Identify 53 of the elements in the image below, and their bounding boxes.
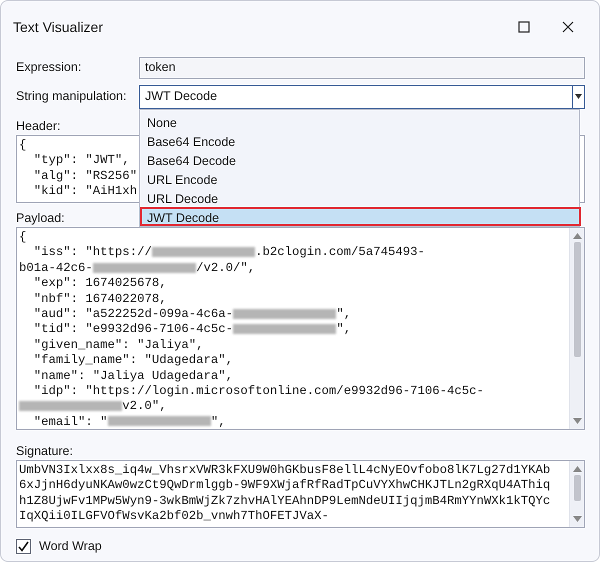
code-text: {: [19, 138, 26, 152]
code-text: "tid": "e9932d96-7106-4c5c-: [32, 322, 234, 336]
dropdown-option[interactable]: URL Encode: [140, 168, 579, 188]
scrollbar[interactable]: [569, 461, 584, 527]
code-text: IqXQii0ILGFVOfWsvKa2bf02b_vnwh7ThOFETJVaX-: [19, 509, 329, 524]
window-title: Text Visualizer: [13, 18, 104, 36]
word-wrap-checkbox[interactable]: [16, 538, 31, 554]
code-text: "email": ": [32, 414, 108, 429]
section-label: Signature:: [16, 443, 73, 460]
scroll-up-icon[interactable]: [572, 233, 582, 239]
field-label: Expression:: [16, 59, 82, 76]
code-text: ",: [210, 414, 226, 429]
scroll-down-icon[interactable]: [572, 418, 582, 424]
dropdown-option[interactable]: Base64 Encode: [140, 130, 579, 150]
code-text: "name": "Jaliya Udagedara",: [32, 368, 234, 383]
section-label: Header:: [16, 118, 60, 135]
code-text: /v2.0/",: [196, 260, 256, 275]
code-text: "given_name": "Jaliya",: [32, 338, 204, 352]
code-text: "nbf": 1674022078,: [32, 292, 167, 306]
section-label: Payload:: [16, 210, 65, 227]
field-label: String manipulation:: [16, 88, 128, 106]
scrollbar[interactable]: [569, 228, 584, 429]
dropdown-option[interactable]: Base64 Decode: [140, 150, 579, 168]
code-text: h1Z8UjwFv1MPw5Wyn9-3wkBmWjZk7zhvHAlYEAhnDP9LemNdeUIIjqjmB4RmYYnWXk1kTQYc: [19, 494, 550, 508]
code-text: "kid": "AiH1xh: [32, 184, 138, 198]
manipulation-dropdown[interactable]: JWT Decode: [139, 84, 585, 108]
scroll-down-icon[interactable]: [572, 516, 582, 522]
code-text: .b2clogin.com/5a745493-: [255, 245, 425, 260]
signature-text-area[interactable]: [16, 460, 585, 528]
code-text: b01a-42c6-: [19, 260, 93, 275]
payload-text-area[interactable]: [16, 227, 585, 430]
maximize-icon: [518, 21, 530, 33]
dropdown-option[interactable]: URL Decode: [140, 188, 579, 206]
dropdown-option[interactable]: None: [140, 112, 579, 130]
code-text: "family_name": "Udagedara",: [32, 353, 234, 368]
code-text: UmbVN3Ixlxx8s_iq4w_VhsrxVWR3kFXU9W0hGKbusF8ellL4cNyEOvfobo8lK7Lg27d1YKAb: [19, 463, 550, 477]
code-text: 6xJjnH6dyuNKAw0wzCt9QwDrmlggb-9WF9XWjafRfRadTpCuVYXhwCHKJTLn2gRXqU4AThiq: [19, 478, 550, 492]
code-text: "aud": "a522252d-099a-4c6a-: [32, 306, 234, 321]
code-text: "iss": "https://: [32, 245, 152, 260]
caret-icon: [575, 94, 582, 99]
code-text: v2.0",: [122, 399, 167, 414]
scroll-up-icon[interactable]: [572, 466, 582, 472]
code-text: "idp": "https://login.microsoftonline.com/e9932d96-7106-4c5c-: [32, 384, 484, 398]
code-text: {: [19, 230, 26, 244]
expression-field[interactable]: token: [139, 56, 585, 78]
close-icon: [562, 21, 574, 33]
code-text: "alg": "RS256": [32, 168, 138, 183]
code-text: ",: [336, 306, 352, 321]
code-text: ",: [336, 322, 352, 336]
code-text: "exp": 1674025678,: [32, 276, 167, 290]
dropdown-option[interactable]: JWT Decode: [140, 206, 581, 226]
checkbox-label: Word Wrap: [39, 538, 102, 555]
code-text: "typ": "JWT",: [32, 153, 130, 168]
